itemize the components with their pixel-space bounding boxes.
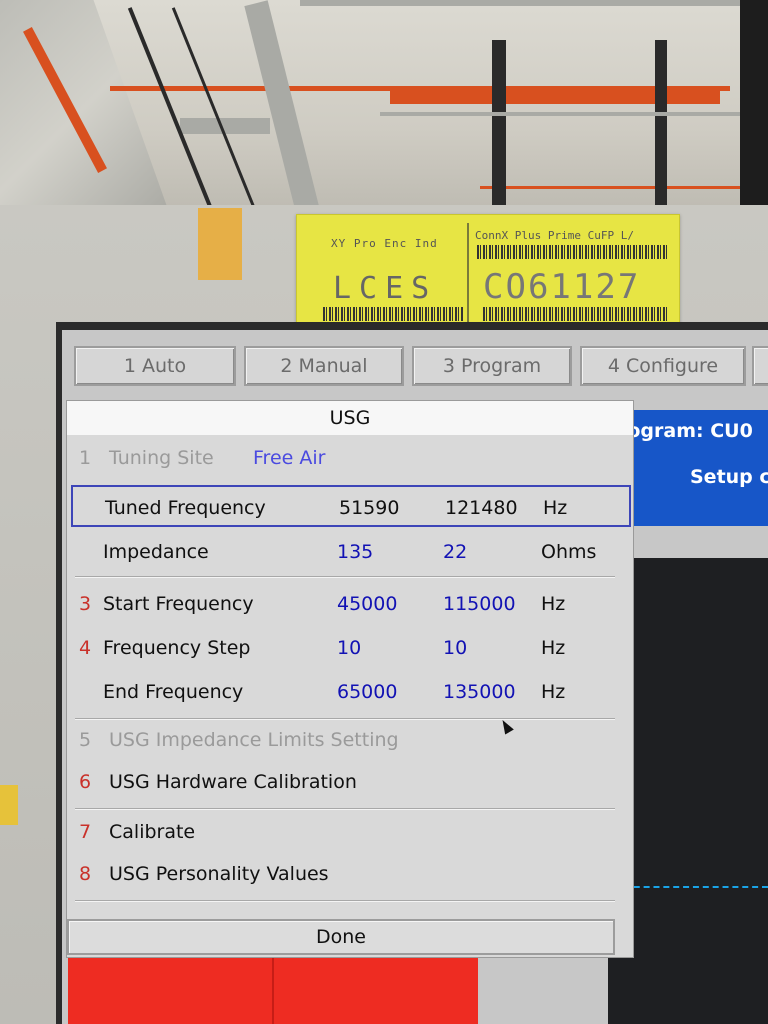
- program-label: rogram: CU0: [618, 420, 753, 442]
- barcode-left: [323, 307, 463, 321]
- end-frequency-value-1: 65000: [337, 681, 398, 703]
- impedance-label: Impedance: [103, 541, 209, 563]
- impedance-value-2: 22: [443, 541, 468, 563]
- tuned-frequency-label: Tuned Frequency: [105, 497, 266, 519]
- ceiling-rail: [380, 112, 740, 116]
- end-frequency-value-2: 135000: [443, 681, 516, 703]
- asset-label: XY Pro Enc Ind ConnX Plus Prime CuFP L/ …: [296, 214, 680, 336]
- start-frequency-value-1[interactable]: 45000: [337, 583, 397, 625]
- impedance-limits-row[interactable]: 5 USG Impedance Limits Setting: [67, 719, 633, 761]
- ceiling-beam: [480, 186, 740, 189]
- frequency-step-label: Frequency Step: [103, 637, 251, 659]
- ceiling-pipe: [740, 0, 768, 215]
- item-number: 7: [79, 821, 92, 843]
- frequency-step-row[interactable]: 4 Frequency Step 10 10 Hz: [67, 627, 633, 669]
- item-number: 6: [79, 771, 92, 793]
- setup-label[interactable]: Setup c: [690, 466, 768, 488]
- personality-values-row[interactable]: 8 USG Personality Values: [67, 853, 633, 895]
- tuned-frequency-value-2: 121480: [445, 497, 518, 519]
- item-number: 4: [79, 637, 92, 659]
- impedance-limits-label: USG Impedance Limits Setting: [109, 729, 399, 751]
- usg-dialog: USG 1 Tuning Site Free Air Tuned Frequen…: [66, 400, 634, 958]
- end-frequency-label: End Frequency: [103, 681, 244, 703]
- dialog-title: USG: [67, 401, 633, 435]
- tab-auto[interactable]: 1 Auto: [74, 346, 236, 386]
- divider: [75, 577, 615, 578]
- tab-bar: 1 Auto 2 Manual 3 Program 4 Configure: [62, 342, 768, 394]
- calibrate-row[interactable]: 7 Calibrate: [67, 811, 633, 853]
- label-caption-right: ConnX Plus Prime CuFP L/: [475, 229, 634, 242]
- hardware-calibration-row[interactable]: 6 USG Hardware Calibration: [67, 761, 633, 803]
- divider: [75, 901, 615, 902]
- tab-next-partial[interactable]: [752, 346, 768, 386]
- tuned-frequency-value-1: 51590: [339, 497, 400, 519]
- end-frequency-unit: Hz: [541, 681, 566, 703]
- monitor-screen: 1 Auto 2 Manual 3 Program 4 Configure ro…: [62, 330, 768, 1024]
- tuning-site-value: Free Air: [253, 447, 326, 469]
- ceiling-pipe: [171, 7, 256, 208]
- ceiling-rail: [300, 0, 740, 6]
- ceiling-pipe: [492, 40, 506, 215]
- impedance-value-1: 135: [337, 541, 374, 563]
- tab-manual[interactable]: 2 Manual: [244, 346, 404, 386]
- tuning-site-label: Tuning Site: [109, 447, 214, 469]
- divider: [75, 809, 615, 810]
- start-frequency-unit: Hz: [541, 593, 566, 615]
- calibrate-label: Calibrate: [109, 821, 196, 843]
- label-divider: [467, 223, 469, 327]
- label-code-left: LCES: [333, 271, 438, 306]
- item-number: 5: [79, 729, 92, 751]
- item-number: 1: [79, 447, 92, 469]
- frequency-step-value-1[interactable]: 10: [337, 627, 361, 669]
- tab-configure[interactable]: 4 Configure: [580, 346, 746, 386]
- tape-strip: [0, 785, 18, 825]
- tape-strip: [198, 208, 242, 280]
- start-frequency-label: Start Frequency: [103, 593, 254, 615]
- end-frequency-row: End Frequency 65000 135000 Hz: [67, 671, 633, 713]
- frequency-step-unit: Hz: [541, 637, 566, 659]
- label-caption-left: XY Pro Enc Ind: [331, 237, 438, 250]
- personality-values-label: USG Personality Values: [109, 863, 329, 885]
- tab-program[interactable]: 3 Program: [412, 346, 572, 386]
- ceiling-beam: [390, 90, 720, 104]
- ceiling-pipe: [655, 40, 667, 215]
- item-number: 8: [79, 863, 92, 885]
- barcode-top-right: [477, 245, 667, 259]
- start-frequency-row[interactable]: 3 Start Frequency 45000 115000 Hz: [67, 583, 633, 625]
- cable-tray: [244, 0, 320, 215]
- tuned-frequency-unit: Hz: [543, 497, 568, 519]
- item-number: 3: [79, 593, 92, 615]
- label-code-right: CO61127: [483, 267, 641, 307]
- tuned-frequency-row[interactable]: Tuned Frequency 51590 121480 Hz: [71, 485, 631, 527]
- impedance-unit: Ohms: [541, 541, 597, 563]
- ceiling-background: [0, 0, 768, 215]
- frequency-step-value-2[interactable]: 10: [443, 627, 467, 669]
- dashed-guide-line: [614, 886, 768, 888]
- done-button[interactable]: Done: [67, 919, 615, 955]
- hardware-calibration-label: USG Hardware Calibration: [109, 771, 357, 793]
- start-frequency-value-2[interactable]: 115000: [443, 583, 516, 625]
- impedance-row: Impedance 135 22 Ohms: [67, 531, 633, 573]
- barcode-right: [483, 307, 667, 321]
- tuning-site-row[interactable]: 1 Tuning Site Free Air: [67, 437, 633, 479]
